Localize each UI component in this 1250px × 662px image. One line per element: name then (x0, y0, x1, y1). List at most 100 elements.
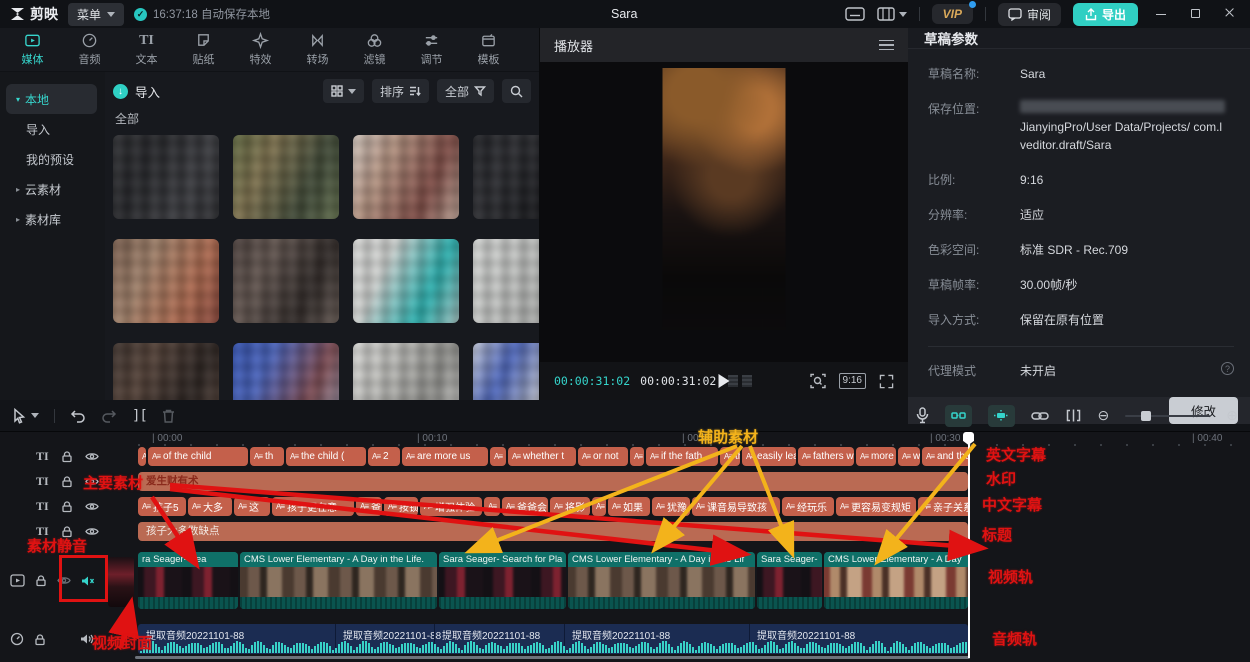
slider-handle[interactable] (1141, 411, 1151, 421)
auto-snap-toggle[interactable] (988, 405, 1015, 427)
subtitle-clip-cn[interactable]: A≡亲子关系紧 (918, 497, 968, 516)
subtitle-clip-cn[interactable]: A≡爸 (356, 497, 382, 516)
track-audio-clip[interactable]: 提取音频20221101-88提取音频20221101-88提取音频202211… (138, 624, 968, 654)
preview-quality-icon[interactable] (810, 373, 826, 389)
timeline-zoom-slider[interactable] (1125, 415, 1210, 417)
tab-sticker[interactable]: 贴纸 (175, 28, 232, 71)
subtitle-clip-en[interactable]: A≡are more us (402, 447, 488, 466)
tab-templates[interactable]: 模板 (460, 28, 517, 71)
media-thumbnail[interactable] (473, 343, 539, 400)
player-stage[interactable] (540, 62, 908, 362)
sidebar-item-library[interactable]: ▸素材库 (0, 204, 105, 234)
info-icon[interactable]: ? (1221, 362, 1234, 375)
eye-icon[interactable] (85, 451, 99, 462)
sort-button[interactable]: 排序 (372, 79, 429, 103)
filter-button[interactable]: 全部 (437, 79, 494, 103)
frame-preview-icons[interactable] (728, 375, 752, 387)
lock-icon[interactable] (35, 574, 47, 587)
subtitle-clip-en[interactable]: A≡ (138, 447, 146, 466)
subtitle-clip-cn[interactable]: A≡课音易导致孩 (692, 497, 780, 516)
subtitle-clip-en[interactable]: A≡the child ( (286, 447, 366, 466)
select-tool-button[interactable] (12, 408, 39, 424)
subtitle-clip-en[interactable]: A≡easily lea (742, 447, 796, 466)
tab-effects[interactable]: 特效 (232, 28, 289, 71)
sidebar-item-presets[interactable]: 我的预设 (0, 144, 105, 174)
subtitle-clip-cn[interactable]: A≡孩子5 (138, 497, 186, 516)
media-thumbnail[interactable] (233, 135, 339, 219)
subtitle-clip-en[interactable]: A≡if the fath (646, 447, 718, 466)
video-clip[interactable]: Sara Seager- Search for Pla (439, 552, 566, 609)
view-mode-button[interactable] (323, 79, 364, 103)
media-thumbnail[interactable] (353, 239, 459, 323)
eye-icon[interactable] (57, 575, 71, 586)
subtitle-clip-cn[interactable]: A≡更容易变规矩 (836, 497, 916, 516)
play-button[interactable] (719, 374, 730, 388)
subtitle-clip-cn[interactable]: A≡孩子更在意 (272, 497, 354, 516)
layout-switch-button[interactable] (877, 7, 907, 21)
zoom-out-icon[interactable]: ⊖ (1098, 407, 1110, 424)
video-clip[interactable]: CMS Lower Elementary - A Day in the Life… (240, 552, 437, 609)
tab-media[interactable]: 媒体 (4, 28, 61, 71)
delete-icon[interactable] (162, 409, 175, 423)
player-menu-icon[interactable] (879, 37, 894, 54)
subtitle-clip-en[interactable]: A≡w (898, 447, 920, 466)
lock-icon[interactable] (61, 475, 73, 488)
subtitle-clip-en[interactable]: A≡and the pa (922, 447, 968, 466)
preview-axis-toggle-icon[interactable] (1065, 409, 1082, 422)
eye-icon[interactable] (85, 526, 99, 537)
import-button[interactable]: ↓ 导入 (113, 82, 160, 101)
undo-icon[interactable] (70, 409, 86, 423)
video-cover-thumbnail[interactable] (108, 557, 134, 607)
aspect-ratio-button[interactable]: 9:16 (839, 373, 866, 389)
eye-icon[interactable] (85, 476, 99, 487)
subtitle-clip-cn[interactable]: A≡ (484, 497, 500, 516)
subtitle-clip-cn[interactable]: A≡按锁 (384, 497, 418, 516)
tab-audio[interactable]: 音频 (61, 28, 118, 71)
media-thumbnail[interactable] (233, 343, 339, 400)
menu-button[interactable]: 菜单 (68, 3, 124, 26)
close-button[interactable] (1218, 7, 1240, 21)
lock-icon[interactable] (61, 450, 73, 463)
minimize-button[interactable] (1150, 7, 1172, 21)
mute-speaker-icon[interactable] (81, 575, 95, 587)
subtitle-clip-cn[interactable]: A≡犹豫 (652, 497, 690, 516)
video-clip[interactable]: CMS Lower Elementary - A Day (824, 552, 968, 609)
media-thumbnail[interactable] (353, 135, 459, 219)
subtitle-clip-cn[interactable]: A≡爸爸会 (502, 497, 548, 516)
subtitle-clip-cn[interactable]: A≡经玩乐 (782, 497, 834, 516)
media-thumbnail[interactable] (113, 239, 219, 323)
subtitle-clip-en[interactable]: A≡th (250, 447, 284, 466)
subtitle-clip-cn[interactable]: A≡将影 (550, 497, 590, 516)
subtitle-clip-cn[interactable]: A≡ (592, 497, 606, 516)
fullscreen-icon[interactable] (879, 374, 894, 389)
timeline[interactable]: | 00:00| 00:10| 00:20| 00:30| 00:40 TI T… (0, 432, 1250, 662)
shortcut-keyboard-icon[interactable] (845, 7, 865, 21)
video-clip[interactable]: ra Seager- Sea (138, 552, 238, 609)
split-tool-icon[interactable]: ][ (132, 408, 147, 424)
record-voiceover-icon[interactable] (916, 407, 929, 424)
redo-icon[interactable] (101, 409, 117, 423)
media-thumbnail[interactable] (473, 239, 539, 323)
lock-icon[interactable] (61, 500, 73, 513)
subtitle-clip-en[interactable]: A≡ (630, 447, 644, 466)
subtitle-clip-en[interactable]: A≡of the child (148, 447, 248, 466)
media-thumbnail[interactable] (113, 343, 219, 400)
track-title-clip[interactable]: 孩子大多数缺点 (138, 522, 968, 541)
tab-text[interactable]: TI文本 (118, 28, 175, 71)
export-button[interactable]: 导出 (1073, 3, 1138, 26)
subtitle-clip-en[interactable]: A≡whether t (508, 447, 576, 466)
search-button[interactable] (502, 79, 531, 103)
review-button[interactable]: 审阅 (998, 3, 1061, 26)
tab-adjust[interactable]: 调节 (403, 28, 460, 71)
tab-filters[interactable]: 滤镜 (346, 28, 403, 71)
media-thumbnail[interactable] (113, 135, 219, 219)
subtitle-clip-en[interactable]: A≡2 (368, 447, 400, 466)
track-watermark-clip[interactable]: 爱生财有术 (138, 472, 968, 491)
media-thumbnail[interactable] (473, 135, 539, 219)
subtitle-clip-en[interactable]: A≡th (720, 447, 740, 466)
sidebar-item-cloud[interactable]: ▸云素材 (0, 174, 105, 204)
video-clip[interactable]: Sara Seager- (757, 552, 822, 609)
vip-button[interactable]: VIP (932, 4, 973, 24)
subtitle-clip-cn[interactable]: A≡大多 (188, 497, 232, 516)
media-thumbnail[interactable] (353, 343, 459, 400)
